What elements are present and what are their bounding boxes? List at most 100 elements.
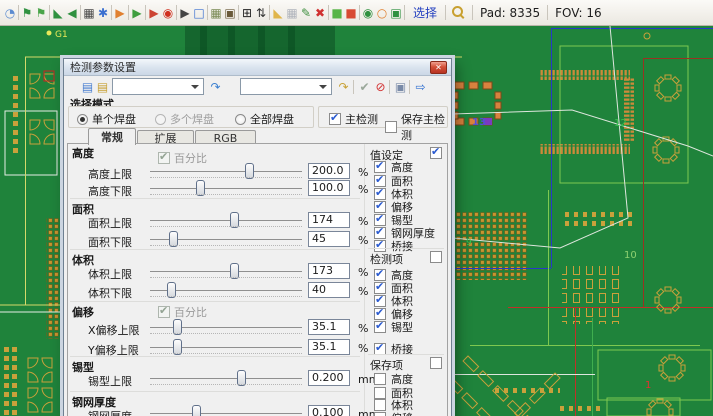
pin-dark-icon[interactable]: ▶: [178, 1, 192, 25]
save-icon[interactable]: ▣: [393, 78, 408, 96]
template-combobox-2[interactable]: [240, 78, 332, 95]
checkbox-item[interactable]: 高度: [374, 372, 413, 386]
pin-green-icon[interactable]: ▶: [130, 1, 144, 25]
radio-all-pads[interactable]: 全部焊盘: [235, 111, 294, 127]
section-separator: [368, 248, 444, 249]
tiles-icon[interactable]: ⊞: [240, 1, 254, 25]
pcb-label-13: 13: [472, 117, 486, 128]
history-icon[interactable]: ◔: [3, 1, 17, 25]
table-icon[interactable]: ▦: [209, 1, 223, 25]
add-template-icon[interactable]: ▤: [95, 78, 110, 96]
grid-icon[interactable]: ▦: [285, 1, 299, 25]
radio-multi-pad[interactable]: 多个焊盘: [155, 111, 214, 127]
value-input[interactable]: 35.1: [308, 339, 350, 355]
slider-track[interactable]: [150, 413, 302, 414]
value-input[interactable]: 174: [308, 212, 350, 228]
slider-ticks: [150, 296, 302, 297]
pad-count-status: Pad: 8335: [474, 6, 546, 20]
group-check-value-set[interactable]: [430, 147, 442, 159]
checkbox-item[interactable]: 高度: [374, 160, 413, 174]
slider-track[interactable]: [150, 239, 302, 240]
radio-label: 多个焊盘: [170, 111, 214, 127]
radio-label: 单个焊盘: [92, 111, 136, 127]
save-template-icon[interactable]: ▤: [80, 78, 95, 96]
slider-track[interactable]: [150, 347, 302, 348]
param-row-stencil: 钢网厚度 0.100 mm: [68, 405, 364, 416]
box-icon[interactable]: ▣: [389, 1, 403, 25]
template-combobox-1[interactable]: [112, 78, 204, 95]
group-check-save-items[interactable]: [430, 357, 442, 369]
toolbar-separator: [472, 5, 473, 20]
delete-icon[interactable]: ✖: [313, 1, 327, 25]
slider-track[interactable]: [150, 271, 302, 272]
checkbox-icon[interactable]: [374, 161, 386, 173]
slider-track[interactable]: [150, 220, 302, 221]
forbid-icon[interactable]: ⊘: [373, 78, 388, 96]
pin-orange-icon[interactable]: ▶: [113, 1, 127, 25]
image-icon[interactable]: ▦: [82, 1, 96, 25]
slider-track[interactable]: [150, 290, 302, 291]
apply-right-icon[interactable]: ↷: [336, 78, 351, 96]
group-check-detect-items[interactable]: [430, 251, 442, 263]
checkbox-icon[interactable]: [374, 373, 386, 385]
sort-az-icon[interactable]: ⇅: [254, 1, 268, 25]
value-input[interactable]: 40: [308, 282, 350, 298]
checkbox-label: 百分比: [174, 304, 207, 320]
radio-single-pad[interactable]: 单个焊盘: [77, 111, 136, 127]
close-button[interactable]: ✕: [430, 61, 447, 74]
camera-icon[interactable]: ▣: [223, 1, 237, 25]
slider-thumb[interactable]: [192, 405, 201, 416]
checkbox-icon[interactable]: [329, 113, 341, 125]
fov-status: FOV: 16: [549, 6, 608, 20]
value-input[interactable]: 173: [308, 263, 350, 279]
flag-green-2-icon[interactable]: ⚑: [34, 1, 48, 25]
radio-icon[interactable]: [77, 114, 88, 125]
checkbox-item[interactable]: 锡型: [374, 320, 413, 334]
radio-label: 全部焊盘: [250, 111, 294, 127]
select-mode-button[interactable]: 选择: [406, 4, 444, 21]
exit-icon[interactable]: ⇨: [413, 78, 428, 96]
slider-track[interactable]: [150, 188, 302, 189]
pin-red-icon[interactable]: ▶: [147, 1, 161, 25]
percent-check-offset[interactable]: 百分比: [158, 304, 207, 320]
select-area-icon[interactable]: □: [192, 1, 206, 25]
toolbar-separator: [269, 5, 270, 20]
tools-icon[interactable]: ✱: [96, 1, 110, 25]
value-input[interactable]: 100.0: [308, 180, 350, 196]
ring-icon[interactable]: ○: [375, 1, 389, 25]
save-main-detect-check[interactable]: 保存主检测: [385, 111, 447, 143]
target-icon[interactable]: ◉: [361, 1, 375, 25]
checkbox-label: 保存主检测: [401, 111, 447, 143]
map-pin-icon[interactable]: ◉: [161, 1, 175, 25]
radio-icon[interactable]: [235, 114, 246, 125]
tab-general[interactable]: 常规: [88, 128, 136, 145]
slider-track[interactable]: [150, 171, 302, 172]
radio-icon[interactable]: [155, 114, 166, 125]
cone-icon[interactable]: ◀: [65, 1, 79, 25]
value-input[interactable]: 0.100: [308, 405, 350, 416]
measure-triangle-icon[interactable]: ◣: [51, 1, 65, 25]
value-input[interactable]: 200.0: [308, 163, 350, 179]
confirm-icon[interactable]: ✔: [357, 78, 372, 96]
checkbox-item[interactable]: 偏移: [374, 411, 413, 416]
slider-track[interactable]: [150, 378, 302, 379]
value-input[interactable]: 0.200: [308, 370, 350, 386]
checkbox-icon[interactable]: [374, 399, 386, 411]
main-detect-check[interactable]: 主检测: [329, 111, 378, 127]
edit-chart-icon[interactable]: ✎: [299, 1, 313, 25]
dialog-titlebar[interactable]: 检测参数设置: [64, 59, 451, 76]
slider-track[interactable]: [150, 327, 302, 328]
red-square-icon[interactable]: ■: [344, 1, 358, 25]
unit-label: %: [358, 166, 368, 179]
apply-left-icon[interactable]: ↷: [208, 78, 223, 96]
checkbox-icon[interactable]: [374, 412, 386, 416]
checkbox-icon[interactable]: [385, 121, 397, 133]
zoom-icon[interactable]: [452, 6, 466, 20]
value-input[interactable]: 45: [308, 231, 350, 247]
checkbox-icon[interactable]: [374, 321, 386, 333]
green-square-icon[interactable]: ■: [330, 1, 344, 25]
value-input[interactable]: 35.1: [308, 319, 350, 335]
set-square-icon[interactable]: ◣: [271, 1, 285, 25]
flag-green-icon[interactable]: ⚑: [20, 1, 34, 25]
checkbox-icon[interactable]: [158, 306, 170, 318]
